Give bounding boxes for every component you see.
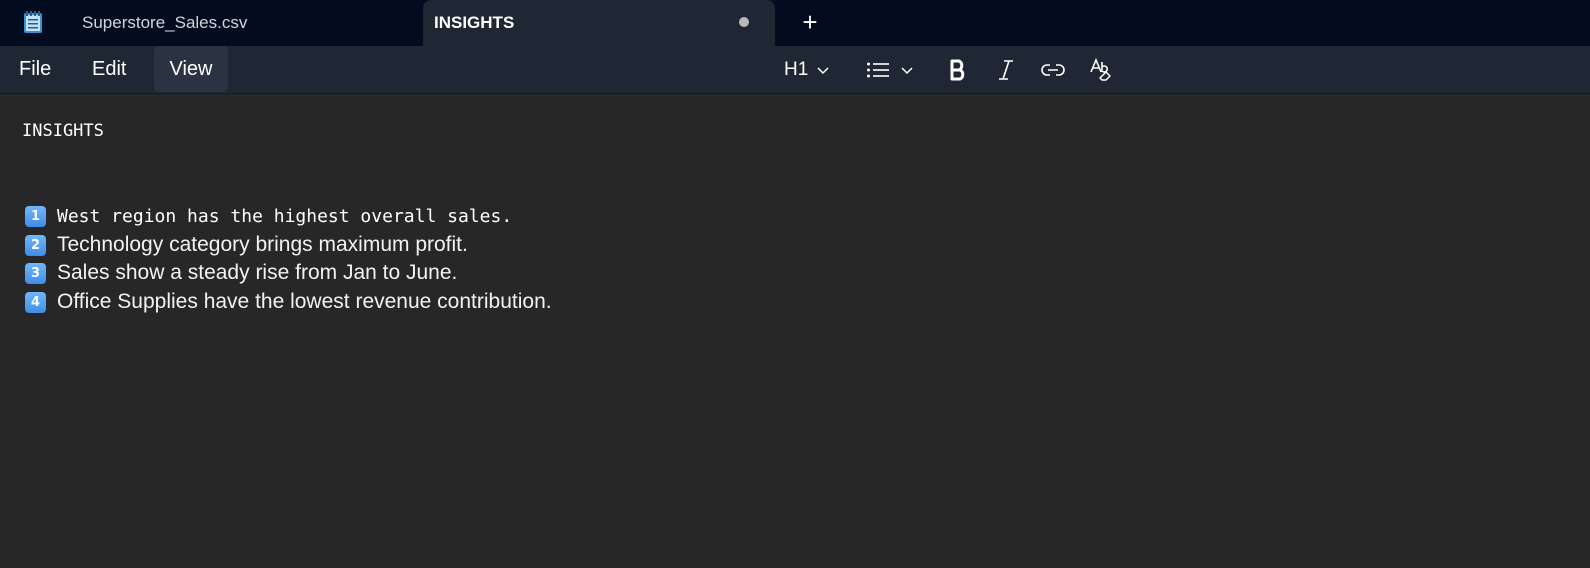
unsaved-dot-icon[interactable]: [739, 17, 749, 27]
tab-label: Superstore_Sales.csv: [82, 13, 248, 32]
chevron-down-icon: [817, 66, 829, 74]
chevron-down-icon: [901, 66, 913, 74]
tab-insights[interactable]: INSIGHTS: [423, 0, 775, 46]
bold-button[interactable]: [948, 46, 968, 93]
list-item: 3 Sales show a steady rise from Jan to J…: [25, 261, 457, 285]
list-dropdown[interactable]: [866, 46, 914, 93]
title-bar: Superstore_Sales.csv INSIGHTS +: [0, 0, 1590, 46]
italic-icon: [999, 59, 1013, 80]
menu-edit[interactable]: Edit: [92, 46, 126, 93]
tab-label: INSIGHTS: [434, 13, 515, 32]
insight-text: Sales show a steady rise from Jan to Jun…: [57, 261, 458, 284]
notepad-icon: [24, 11, 42, 33]
menu-file[interactable]: File: [19, 46, 51, 93]
keycap-3-icon: 3: [25, 262, 46, 284]
tab-superstore-sales[interactable]: Superstore_Sales.csv: [58, 0, 418, 46]
list-item: 4 Office Supplies have the lowest revenu…: [25, 290, 552, 314]
italic-button[interactable]: [996, 46, 1016, 93]
clear-formatting-button[interactable]: [1089, 46, 1115, 93]
clear-formatting-icon: [1090, 57, 1111, 81]
insight-text: West region has the highest overall sale…: [57, 205, 513, 227]
list-item: 2 Technology category brings maximum pro…: [25, 233, 468, 257]
link-icon: [1041, 63, 1065, 76]
insight-text: Office Supplies have the lowest revenue …: [57, 290, 552, 313]
menu-bar: File Edit View H1: [0, 46, 1590, 94]
menu-view[interactable]: View: [154, 46, 228, 92]
link-button[interactable]: [1041, 46, 1065, 93]
keycap-1-icon: 1: [25, 205, 46, 227]
heading-label: H1: [784, 58, 809, 80]
bold-icon: [950, 59, 965, 80]
new-tab-button[interactable]: +: [796, 7, 824, 37]
keycap-2-icon: 2: [25, 234, 46, 256]
list-item: 1 West region has the highest overall sa…: [25, 204, 512, 228]
heading-dropdown[interactable]: H1: [784, 46, 830, 93]
bulleted-list-icon: [867, 62, 889, 77]
editor-area[interactable]: INSIGHTS 1 West region has the highest o…: [0, 95, 1590, 568]
insight-text: Technology category brings maximum profi…: [57, 233, 468, 256]
document-heading: INSIGHTS: [22, 121, 104, 141]
keycap-4-icon: 4: [25, 291, 46, 313]
